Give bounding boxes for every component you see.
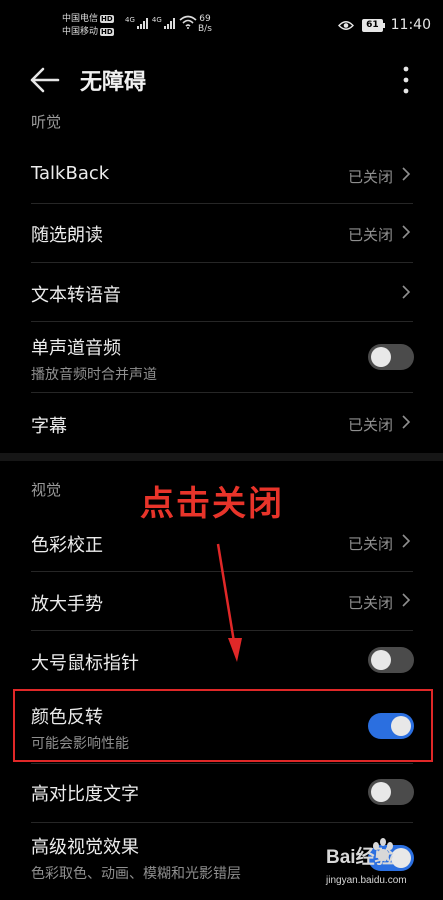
row-title: 高对比度文字 <box>31 784 139 805</box>
row-title: 色彩校正 <box>31 535 103 556</box>
setting-row-talkback[interactable]: TalkBack 已关闭 <box>0 145 443 203</box>
section-separator <box>0 453 443 461</box>
row-status: 已关闭 <box>347 535 393 553</box>
wifi-icon <box>179 15 197 29</box>
high-contrast-toggle[interactable] <box>368 779 414 805</box>
chevron-right-icon <box>402 167 411 181</box>
large-pointer-toggle[interactable] <box>368 647 414 673</box>
row-subtitle: 播放音频时合并声道 <box>31 367 157 383</box>
row-title: 高级视觉效果 <box>31 837 139 858</box>
chevron-right-icon <box>402 415 411 429</box>
section-label-hearing: 听觉 <box>31 113 62 131</box>
network-speed: 69 B/s <box>198 14 212 34</box>
setting-row-select-to-speak[interactable]: 随选朗读 已关闭 <box>0 204 443 262</box>
row-status: 已关闭 <box>347 168 393 186</box>
row-title: 单声道音频 <box>31 338 121 359</box>
row-title: 随选朗读 <box>31 225 103 246</box>
hd-badge-1: HD <box>100 14 114 23</box>
chevron-right-icon <box>402 285 411 299</box>
battery-icon: 61 <box>362 18 385 32</box>
status-right: 61 11:40 <box>338 17 431 33</box>
app-bar: 无障碍 <box>0 52 443 108</box>
watermark-url: jingyan.baidu.com <box>326 875 407 886</box>
setting-row-captions[interactable]: 字幕 已关闭 <box>0 393 443 451</box>
row-title: 大号鼠标指针 <box>31 653 139 674</box>
row-title: 文本转语音 <box>31 285 121 306</box>
signal-icon-1: 4G <box>125 17 148 29</box>
chevron-right-icon <box>402 593 411 607</box>
annotation-label: 点击关闭 <box>140 484 284 524</box>
annotation-arrow <box>216 543 242 662</box>
row-status: 已关闭 <box>347 594 393 612</box>
annotation-highlight-box <box>13 689 433 762</box>
carrier-2: 中国移动 <box>62 27 99 37</box>
signal-icon-2: 4G <box>152 17 175 29</box>
chevron-right-icon <box>402 225 411 239</box>
back-arrow-icon[interactable] <box>30 66 60 94</box>
row-status: 已关闭 <box>347 416 393 434</box>
more-options-icon[interactable] <box>398 64 414 96</box>
watermark-logo: Bai经验 <box>326 847 394 868</box>
carrier-1: 中国电信 <box>62 14 99 24</box>
clock: 11:40 <box>390 17 431 33</box>
setting-row-mono-audio[interactable]: 单声道音频 播放音频时合并声道 <box>0 322 443 392</box>
chevron-right-icon <box>402 534 411 548</box>
page-title: 无障碍 <box>80 70 147 95</box>
toggle-knob <box>371 347 391 367</box>
signal-indicators: 4G 4G <box>125 15 197 29</box>
row-title: 字幕 <box>31 416 67 437</box>
toggle-knob <box>371 650 391 670</box>
hd-badge-2: HD <box>100 27 114 36</box>
section-label-vision: 视觉 <box>31 481 62 499</box>
carrier-info: 中国电信 HD 中国移动 HD <box>62 13 114 39</box>
setting-row-text-to-speech[interactable]: 文本转语音 <box>0 263 443 321</box>
row-title: TalkBack <box>31 163 110 184</box>
watermark: Bai经验 jingyan.baidu.com <box>326 838 436 892</box>
status-bar: 中国电信 HD 中国移动 HD 4G 4G 69 B/s 61 11:40 <box>0 0 443 52</box>
mono-audio-toggle[interactable] <box>368 344 414 370</box>
eye-icon <box>338 20 355 30</box>
row-subtitle: 色彩取色、动画、模糊和光影错层 <box>31 866 241 882</box>
toggle-knob <box>371 782 391 802</box>
row-status: 已关闭 <box>347 226 393 244</box>
row-title: 放大手势 <box>31 594 103 615</box>
setting-row-high-contrast-text[interactable]: 高对比度文字 <box>0 764 443 822</box>
